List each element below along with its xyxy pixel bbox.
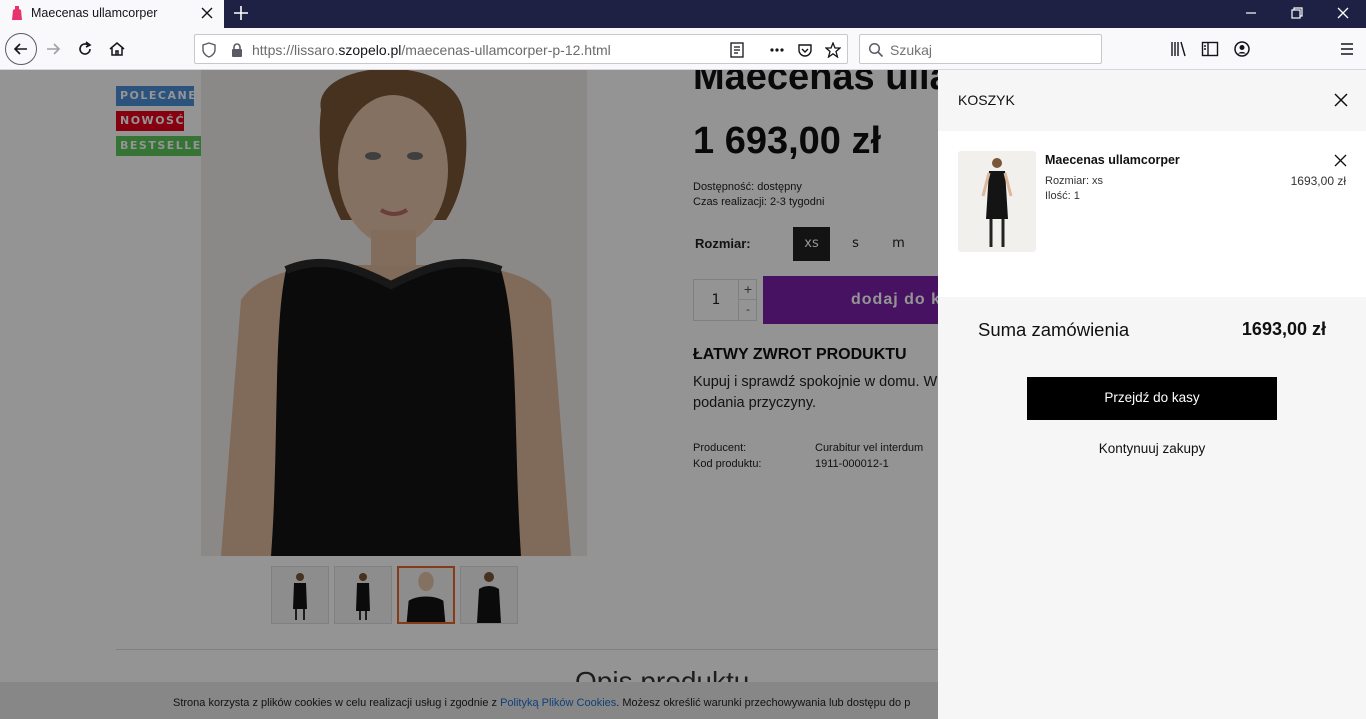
back-button[interactable] xyxy=(5,33,37,65)
browser-tab-bar: Maecenas ullamcorper xyxy=(0,0,1366,28)
continue-shopping-link[interactable]: Kontynuuj zakupy xyxy=(1027,441,1277,456)
search-bar[interactable]: Szukaj xyxy=(859,34,1102,64)
reader-view-icon[interactable] xyxy=(729,42,745,58)
forward-button[interactable] xyxy=(38,34,68,64)
lock-icon[interactable] xyxy=(229,42,245,58)
browser-navigation-bar: https://lissaro.szopelo.pl/maecenas-ulla… xyxy=(0,28,1366,70)
minimize-icon[interactable] xyxy=(1242,4,1260,22)
home-icon xyxy=(109,42,125,56)
restore-icon[interactable] xyxy=(1288,4,1306,22)
product-page: POLECANE NOWOŚĆ BESTSELLER Maecenas ulla… xyxy=(0,70,1366,719)
reload-icon xyxy=(79,41,92,55)
menu-icon[interactable] xyxy=(1338,40,1356,58)
search-placeholder: Szukaj xyxy=(890,42,933,58)
cart-item-dress-image xyxy=(958,151,1036,252)
remove-item-icon[interactable] xyxy=(1334,154,1347,167)
cart-item-image[interactable] xyxy=(958,151,1036,252)
close-icon[interactable] xyxy=(1333,92,1349,108)
search-icon xyxy=(868,42,884,58)
checkout-label: Przejdź do kasy xyxy=(1104,390,1200,405)
cart-item-quantity: Ilość: 1 xyxy=(1045,190,1080,202)
cart-item-name[interactable]: Maecenas ullamcorper xyxy=(1045,153,1180,167)
tab-title: Maecenas ullamcorper xyxy=(31,6,158,20)
checkout-button[interactable]: Przejdź do kasy xyxy=(1027,377,1277,420)
close-tab-icon[interactable] xyxy=(200,6,214,20)
arrow-left-icon xyxy=(13,43,27,55)
cart-item-price: 1693,00 zł xyxy=(1290,174,1346,188)
order-total-value: 1693,00 zł xyxy=(1241,319,1326,339)
url-bar[interactable]: https://lissaro.szopelo.pl/maecenas-ulla… xyxy=(194,34,848,64)
arrow-right-icon xyxy=(47,43,61,55)
new-tab-icon[interactable] xyxy=(232,4,250,22)
more-actions-icon[interactable] xyxy=(769,42,785,58)
cart-item-size: Rozmiar: xs xyxy=(1045,175,1104,187)
shield-icon[interactable] xyxy=(201,42,217,58)
library-icon[interactable] xyxy=(1170,40,1188,58)
browser-tab[interactable]: Maecenas ullamcorper xyxy=(0,0,224,28)
url-text[interactable]: https://lissaro.szopelo.pl/maecenas-ulla… xyxy=(252,42,611,58)
dress-icon xyxy=(12,6,22,20)
modal-overlay[interactable] xyxy=(0,70,938,719)
cart-drawer: KOSZYK Maecenas ullamcorper Rozmiar: xs … xyxy=(938,70,1366,719)
sidebar-icon[interactable] xyxy=(1201,40,1219,58)
pocket-icon[interactable] xyxy=(797,42,813,58)
home-button[interactable] xyxy=(102,34,132,64)
bookmark-star-icon[interactable] xyxy=(825,42,841,58)
cart-item: Maecenas ullamcorper Rozmiar: xs Ilość: … xyxy=(938,131,1366,297)
cart-title: KOSZYK xyxy=(958,92,1015,108)
close-window-icon[interactable] xyxy=(1334,4,1352,22)
account-icon[interactable] xyxy=(1233,40,1251,58)
order-total-label: Suma zamówienia xyxy=(978,319,1130,340)
reload-button[interactable] xyxy=(70,34,100,64)
